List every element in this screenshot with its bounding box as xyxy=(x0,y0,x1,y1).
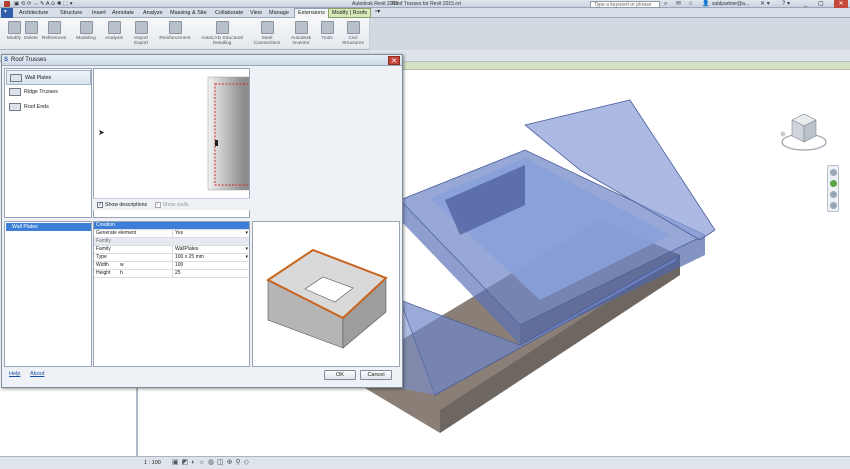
property-generate-element[interactable]: Generate element Yes ▾ xyxy=(94,230,249,238)
width-symbol: w xyxy=(120,262,124,268)
element-list-item[interactable]: Wall Plates xyxy=(6,223,91,231)
generate-element-value[interactable]: Yes xyxy=(172,230,249,238)
wall-plates-3d-preview xyxy=(252,221,400,367)
property-grid[interactable]: Creation Generate element Yes ▾ Family F… xyxy=(93,221,250,367)
navigation-bar[interactable] xyxy=(827,165,839,212)
about-link[interactable]: About xyxy=(30,371,44,377)
generate-element-label: Generate element xyxy=(96,230,137,236)
element-list[interactable]: Wall Plates xyxy=(4,221,92,367)
wall-plate-plan-diagram xyxy=(207,76,249,191)
family-group-label: Family xyxy=(96,238,111,244)
property-header-creation: Creation xyxy=(94,222,249,230)
height-value[interactable]: 25 xyxy=(172,270,249,278)
help-link[interactable]: Help xyxy=(9,371,20,377)
ridge-trusses-icon xyxy=(9,88,21,96)
description-preview xyxy=(93,68,250,218)
dialog-app-icon: S xyxy=(4,57,9,63)
ok-button[interactable]: OK xyxy=(324,370,356,380)
view-control-bar: 1 : 100 ▣◩◐☼◍◫⊕⚲◇ xyxy=(0,456,850,469)
dialog-close-button[interactable]: ✕ xyxy=(388,56,400,65)
width-label: Width xyxy=(96,262,109,268)
chevron-down-icon[interactable]: ▾ xyxy=(245,254,248,262)
zoom-icon[interactable] xyxy=(830,180,837,187)
creation-header-label: Creation xyxy=(96,222,115,228)
property-family[interactable]: Family WallPlates ▾ xyxy=(94,246,249,254)
steering-wheel-icon[interactable] xyxy=(830,169,837,176)
roof-type-label: Ridge Trusses xyxy=(24,89,58,95)
scale-readout[interactable]: 1 : 100 xyxy=(144,458,161,469)
wall-plates-3d-diagram xyxy=(266,248,388,349)
mouse-cursor-icon: ➤ xyxy=(98,128,105,137)
property-width[interactable]: Width w 100 xyxy=(94,262,249,270)
roof-type-ridge-trusses[interactable]: Ridge Trusses xyxy=(6,85,91,100)
height-symbol: h xyxy=(120,270,123,276)
type-value[interactable]: 100 x 25 mm xyxy=(172,254,249,262)
dialog-title: Roof Trusses xyxy=(2,55,402,66)
wall-plates-icon xyxy=(10,74,22,82)
orbit-icon[interactable] xyxy=(830,202,837,209)
show-walls-label: Show walls xyxy=(162,202,189,208)
cancel-button[interactable]: Cancel xyxy=(360,370,392,380)
view-control-icons[interactable]: ▣◩◐☼◍◫⊕⚲◇ xyxy=(172,457,252,469)
show-walls-checkbox[interactable]: ✓ xyxy=(154,201,161,208)
width-value[interactable]: 100 xyxy=(172,262,249,270)
type-label: Type xyxy=(96,254,107,260)
chevron-down-icon[interactable]: ▾ xyxy=(245,230,248,238)
property-height[interactable]: Height h 25 xyxy=(94,270,249,278)
roof-type-label: Roof Ends xyxy=(24,104,49,110)
view-cube[interactable] xyxy=(778,108,830,156)
view-cube-home-icon[interactable] xyxy=(780,131,786,137)
roof-type-roof-ends[interactable]: Roof Ends xyxy=(6,100,91,115)
roof-ends-icon xyxy=(9,103,21,111)
family-value[interactable]: WallPlates xyxy=(172,246,249,254)
property-group-family: Family xyxy=(94,238,249,246)
roof-type-wall-plates[interactable]: Wall Plates xyxy=(6,70,91,85)
roof-type-label: Wall Plates xyxy=(25,75,52,81)
roof-trusses-dialog: Roof Trusses S ✕ Wall Plates Ridge Truss… xyxy=(1,54,403,388)
family-label: Family xyxy=(96,246,111,252)
wall-plate-plan-shading xyxy=(207,76,249,191)
property-type[interactable]: Type 100 x 25 mm ▾ xyxy=(94,254,249,262)
roof-type-list[interactable]: Wall Plates Ridge Trusses Roof Ends xyxy=(4,68,92,218)
height-label: Height xyxy=(96,270,111,276)
width-marker-left xyxy=(215,140,218,146)
pan-icon[interactable] xyxy=(830,191,837,198)
show-descriptions-checkbox[interactable]: ✓ xyxy=(97,201,103,208)
chevron-down-icon[interactable]: ▾ xyxy=(245,246,248,254)
show-descriptions-label: Show descriptions xyxy=(105,202,148,208)
preview-options-row: ✓ Show descriptions ✓ Show walls xyxy=(93,198,250,210)
